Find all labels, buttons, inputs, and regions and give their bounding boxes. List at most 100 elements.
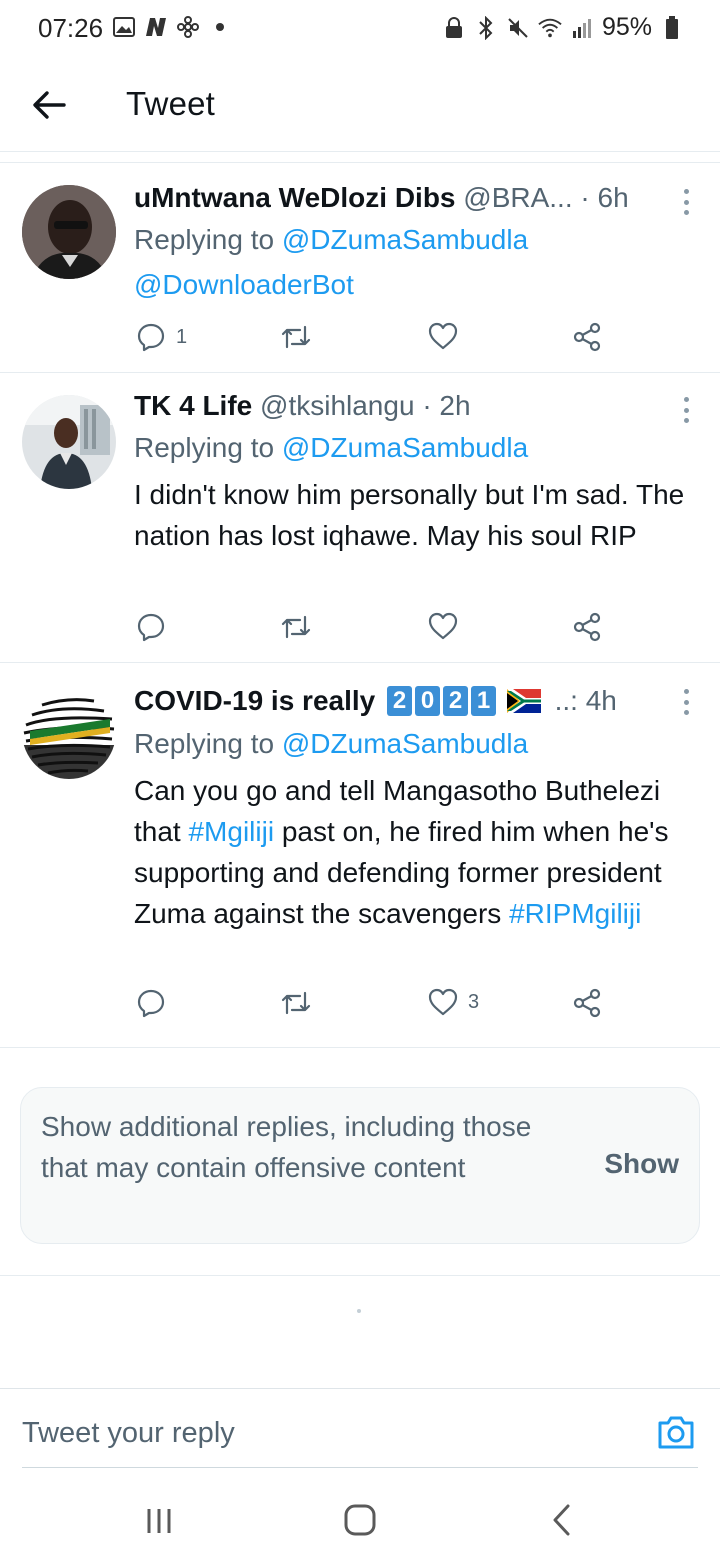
tweet-reply-1[interactable]: uMntwana WeDlozi Dibs @BRA... · 6h Reply… <box>0 163 720 372</box>
recent-apps-button[interactable] <box>137 1498 181 1542</box>
share-icon <box>573 322 601 352</box>
battery-icon <box>660 15 684 41</box>
replying-to: Replying to @DZumaSambudla <box>134 432 529 463</box>
like-button[interactable] <box>428 612 458 640</box>
share-button[interactable] <box>572 988 602 1018</box>
mention-link[interactable]: @DZumaSambudla <box>282 432 528 463</box>
tweet-body: @DownloaderBot <box>134 269 354 301</box>
status-bar: 07:26 95% <box>0 0 720 58</box>
image-icon <box>112 14 136 40</box>
signal-icon <box>570 15 594 41</box>
mute-icon <box>506 15 530 41</box>
lock-icon <box>442 15 466 41</box>
retweet-icon <box>281 325 311 349</box>
heart-icon <box>428 612 458 640</box>
status-time: 07:26 <box>38 13 104 43</box>
reply-composer: Tweet your reply <box>0 1388 720 1468</box>
page-title: Tweet <box>126 85 216 122</box>
avatar[interactable] <box>22 395 116 489</box>
tweet-actions <box>134 612 614 646</box>
avatar[interactable] <box>22 685 116 779</box>
bluetooth-icon <box>474 15 498 41</box>
more-icon[interactable] <box>680 393 692 427</box>
home-button[interactable] <box>338 1498 382 1542</box>
retweet-icon <box>281 991 311 1015</box>
hashtag-link[interactable]: #RIPMgiliji <box>509 898 641 929</box>
user-handle[interactable]: @tksihlangu <box>260 390 415 421</box>
heart-icon <box>428 322 458 350</box>
reply-input-underline <box>22 1467 698 1468</box>
reply-input[interactable]: Tweet your reply <box>22 1417 235 1450</box>
battery-percent: 95% <box>601 13 652 41</box>
reply-button[interactable]: 1 <box>136 322 187 352</box>
south-africa-flag-icon <box>506 688 541 720</box>
tweet-header: uMntwana WeDlozi Dibs @BRA... · 6h <box>134 182 629 214</box>
badge-digit: 1 <box>471 686 497 716</box>
recent-apps-icon <box>147 1509 171 1533</box>
avatar[interactable] <box>22 185 116 279</box>
mention-link[interactable]: @DZumaSambudla <box>282 728 528 759</box>
tweet-time: · 6h <box>580 182 629 213</box>
system-nav-bar <box>0 1480 720 1560</box>
tweet-reply-3[interactable]: COVID-19 is really 2021 ..: 4h Replying … <box>0 663 720 1047</box>
like-button[interactable]: 3 <box>428 988 479 1016</box>
more-icon[interactable] <box>680 185 692 219</box>
mention-link[interactable]: @DownloaderBot <box>134 269 354 300</box>
arrow-left-icon <box>33 91 66 119</box>
display-name[interactable]: TK 4 Life <box>134 390 252 421</box>
badge-digit: 2 <box>387 686 413 716</box>
like-count: 3 <box>468 990 480 1013</box>
show-button[interactable]: Show <box>604 1148 679 1180</box>
user-handle[interactable]: ..: <box>555 685 578 716</box>
system-back-button[interactable] <box>540 1498 584 1542</box>
camera-icon <box>658 1416 694 1449</box>
reply-count: 1 <box>176 325 188 348</box>
comment-icon <box>137 613 165 642</box>
comment-icon <box>137 323 165 352</box>
show-additional-replies-card[interactable]: Show additional replies, including those… <box>20 1087 700 1244</box>
tweet-time: · 2h <box>422 390 471 421</box>
share-button[interactable] <box>572 322 602 352</box>
tweet-reply-2[interactable]: TK 4 Life @tksihlangu · 2h Replying to @… <box>0 373 720 662</box>
display-name[interactable]: COVID-19 is really <box>134 685 375 716</box>
share-icon <box>573 612 601 642</box>
hashtag-link[interactable]: #Mgiliji <box>188 816 274 847</box>
user-handle[interactable]: @BRA... <box>463 182 572 213</box>
fan-icon <box>176 14 200 40</box>
mention-link[interactable]: @DZumaSambudla <box>282 224 528 255</box>
top-app-bar: Tweet <box>0 58 720 152</box>
replying-to: Replying to @DZumaSambudla <box>134 224 529 255</box>
replying-to: Replying to @DZumaSambudla <box>134 728 529 759</box>
back-button[interactable] <box>28 84 70 126</box>
camera-button[interactable] <box>656 1413 696 1453</box>
divider <box>0 1275 720 1276</box>
n-icon <box>144 14 168 40</box>
badge-digit: 2 <box>443 686 469 716</box>
display-name[interactable]: uMntwana WeDlozi Dibs <box>134 182 456 213</box>
tweet-header: TK 4 Life @tksihlangu · 2h <box>134 390 471 422</box>
more-icon[interactable] <box>680 685 692 719</box>
wifi-icon <box>538 15 562 41</box>
like-button[interactable] <box>428 322 458 350</box>
share-button[interactable] <box>572 612 602 642</box>
show-additional-replies-text: Show additional replies, including those… <box>41 1111 532 1183</box>
retweet-button[interactable] <box>280 612 312 642</box>
heart-icon <box>428 988 458 1016</box>
tweet-body: Can you go and tell Mangasotho Buthelezi… <box>134 775 669 929</box>
retweet-button[interactable] <box>280 322 312 352</box>
year-badge: 2021 <box>387 685 507 716</box>
divider <box>0 1047 720 1048</box>
dot-icon <box>208 14 232 40</box>
reply-button[interactable] <box>136 988 166 1018</box>
tweet-actions: 1 <box>134 322 614 356</box>
tweet-header: COVID-19 is really 2021 ..: 4h <box>134 685 617 720</box>
badge-digit: 0 <box>415 686 441 716</box>
home-icon <box>344 1504 376 1536</box>
tweet-actions: 3 <box>134 988 614 1022</box>
retweet-icon <box>281 615 311 639</box>
reply-button[interactable] <box>136 612 166 642</box>
tweet-time: 4h <box>585 685 617 716</box>
loading-indicator <box>357 1309 361 1313</box>
retweet-button[interactable] <box>280 988 312 1018</box>
comment-icon <box>137 989 165 1018</box>
